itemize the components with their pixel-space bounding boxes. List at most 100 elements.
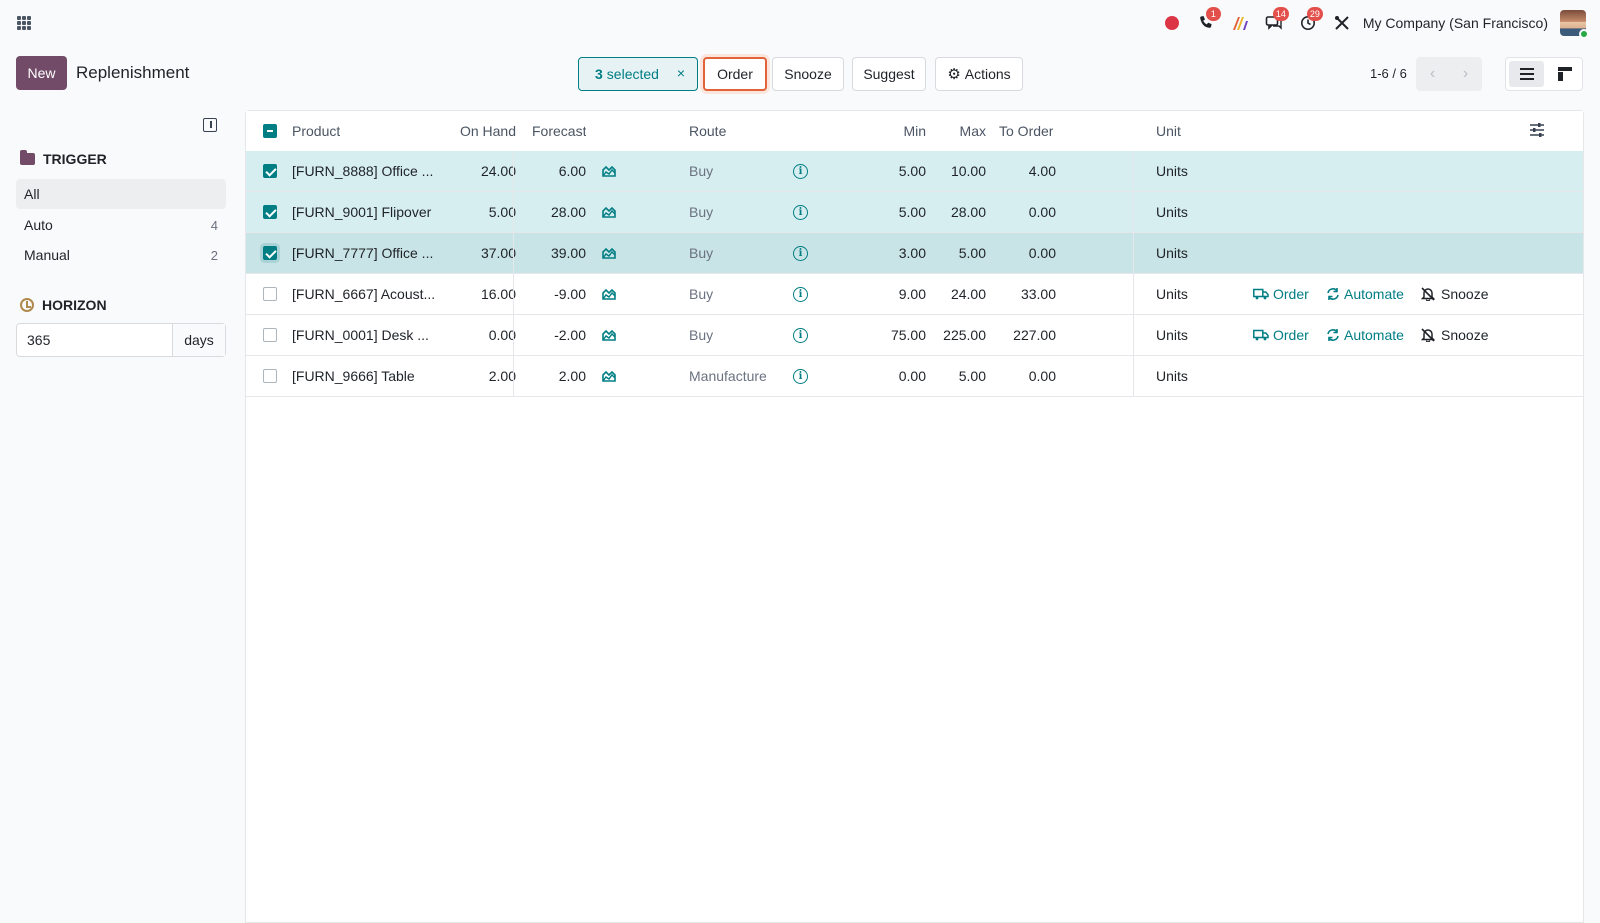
row-checkbox[interactable] <box>263 205 277 219</box>
forecast-graph-icon[interactable] <box>602 356 616 396</box>
sidebar-item-auto[interactable]: Auto 4 <box>16 210 226 240</box>
unit-cell[interactable]: Units <box>1156 356 1188 396</box>
forecast-graph-icon[interactable] <box>602 315 616 355</box>
pager-nav: ‹ › <box>1416 57 1482 91</box>
table-row[interactable]: [FURN_9666] Table 2.00 2.00 Manufacture i 0.0… <box>246 356 1583 397</box>
forecast-graph-icon[interactable] <box>602 151 616 191</box>
apps-menu-icon[interactable] <box>17 16 31 30</box>
user-avatar[interactable] <box>1560 10 1589 39</box>
table-row[interactable]: [FURN_7777] Office ... 37.00 39.00 Buy i 3.00… <box>246 233 1583 274</box>
route-cell[interactable]: Buy <box>689 192 713 232</box>
pager-value[interactable]: 1-6 / 6 <box>1370 66 1407 81</box>
table-row[interactable]: [FURN_9001] Flipover 5.00 28.00 Buy i 5.00 28.… <box>246 192 1583 233</box>
to-order-cell[interactable]: 0.00 <box>966 233 1056 273</box>
row-checkbox[interactable] <box>263 369 277 383</box>
info-icon[interactable]: i <box>793 356 808 396</box>
online-status-icon <box>1579 29 1589 39</box>
unit-cell[interactable]: Units <box>1156 151 1188 191</box>
table-row[interactable]: [FURN_6667] Acoust... 16.00 -9.00 Buy i 9.00 2… <box>246 274 1583 315</box>
phone-icon[interactable]: 1 <box>1189 7 1223 36</box>
row-checkbox[interactable] <box>263 287 277 301</box>
record-icon[interactable] <box>1155 10 1189 36</box>
header-unit[interactable]: Unit <box>1156 111 1181 151</box>
row-snooze-label: Snooze <box>1441 327 1489 343</box>
to-order-cell[interactable]: 0.00 <box>966 356 1056 396</box>
row-checkbox[interactable] <box>263 328 277 342</box>
to-order-cell[interactable]: 33.00 <box>966 274 1056 314</box>
row-order-button[interactable]: Order <box>1253 274 1309 314</box>
forecast-cell[interactable]: -9.00 <box>496 274 586 314</box>
order-button[interactable]: Order <box>703 57 767 91</box>
table-row[interactable]: [FURN_0001] Desk ... 0.00 -2.00 Buy i 75.00 22… <box>246 315 1583 356</box>
horizon-input[interactable]: 365 <box>17 324 173 356</box>
info-icon[interactable]: i <box>793 233 808 273</box>
suggest-button[interactable]: Suggest <box>852 57 926 91</box>
route-cell[interactable]: Buy <box>689 233 713 273</box>
info-icon[interactable]: i <box>793 192 808 232</box>
header-max[interactable]: Max <box>906 111 986 151</box>
forecast-cell[interactable]: 2.00 <box>496 356 586 396</box>
forecast-graph-icon[interactable] <box>602 192 616 232</box>
trigger-title: TRIGGER <box>43 151 107 167</box>
header-forecast[interactable]: Forecast <box>532 111 586 151</box>
sidebar-item-label: All <box>24 186 40 202</box>
row-checkbox[interactable] <box>263 246 277 260</box>
sidebar-toggle-icon[interactable] <box>203 118 217 132</box>
selection-indicator: 3 selected × <box>578 57 698 91</box>
forecast-cell[interactable]: 28.00 <box>496 192 586 232</box>
unit-cell[interactable]: Units <box>1156 274 1188 314</box>
optional-columns-icon[interactable] <box>1530 123 1544 140</box>
unit-cell[interactable]: Units <box>1156 192 1188 232</box>
pivot-view-icon[interactable] <box>1547 58 1582 90</box>
header-on-hand[interactable]: On Hand <box>416 111 516 151</box>
chevron-left-icon[interactable]: ‹ <box>1416 57 1449 91</box>
forecast-cell[interactable]: 6.00 <box>496 151 586 191</box>
header-route[interactable]: Route <box>689 111 726 151</box>
list-view-icon[interactable] <box>1509 61 1544 87</box>
actions-button[interactable]: ⚙ Actions <box>935 57 1023 91</box>
unit-cell[interactable]: Units <box>1156 233 1188 273</box>
horizon-field: 365 days <box>16 323 226 357</box>
row-checkbox[interactable] <box>263 164 277 178</box>
clear-selection-button[interactable]: × <box>677 65 685 81</box>
to-order-cell[interactable]: 4.00 <box>966 151 1056 191</box>
header-to-order[interactable]: To Order <box>999 111 1053 151</box>
row-snooze-button[interactable]: Snooze <box>1421 274 1488 314</box>
info-icon[interactable]: i <box>793 151 808 191</box>
sidebar-item-all[interactable]: All <box>16 179 226 209</box>
table-row[interactable]: [FURN_8888] Office ... 24.00 6.00 Buy i 5.00 1… <box>246 151 1583 192</box>
select-all-checkbox[interactable] <box>263 124 277 138</box>
info-icon[interactable]: i <box>793 315 808 355</box>
discuss-icon[interactable]: 14 <box>1257 7 1291 36</box>
company-switcher[interactable]: My Company (San Francisco) <box>1363 15 1548 31</box>
info-icon[interactable]: i <box>793 274 808 314</box>
to-order-cell[interactable]: 0.00 <box>966 192 1056 232</box>
sync-icon <box>1326 287 1340 301</box>
truck-icon <box>1253 329 1269 341</box>
activity-clock-icon[interactable]: 29 <box>1291 7 1325 36</box>
route-cell[interactable]: Manufacture <box>689 356 767 396</box>
route-cell[interactable]: Buy <box>689 151 713 191</box>
row-automate-button[interactable]: Automate <box>1326 315 1404 355</box>
new-button[interactable]: New <box>16 56 67 90</box>
chevron-right-icon[interactable]: › <box>1449 57 1482 91</box>
forecast-cell[interactable]: -2.00 <box>496 315 586 355</box>
row-order-label: Order <box>1273 286 1309 302</box>
route-cell[interactable]: Buy <box>689 274 713 314</box>
folder-icon <box>20 150 35 165</box>
row-snooze-label: Snooze <box>1441 286 1489 302</box>
row-order-button[interactable]: Order <box>1253 315 1309 355</box>
forecast-cell[interactable]: 39.00 <box>496 233 586 273</box>
to-order-cell[interactable]: 227.00 <box>966 315 1056 355</box>
snooze-button[interactable]: Snooze <box>772 57 844 91</box>
route-cell[interactable]: Buy <box>689 315 713 355</box>
forecast-graph-icon[interactable] <box>602 274 616 314</box>
row-snooze-button[interactable]: Snooze <box>1421 315 1488 355</box>
header-product[interactable]: Product <box>292 111 340 151</box>
forecast-graph-icon[interactable] <box>602 233 616 273</box>
tools-icon[interactable] <box>1325 10 1359 36</box>
unit-cell[interactable]: Units <box>1156 315 1188 355</box>
sidebar-item-manual[interactable]: Manual 2 <box>16 240 226 270</box>
ai-icon[interactable] <box>1223 10 1257 36</box>
row-automate-button[interactable]: Automate <box>1326 274 1404 314</box>
